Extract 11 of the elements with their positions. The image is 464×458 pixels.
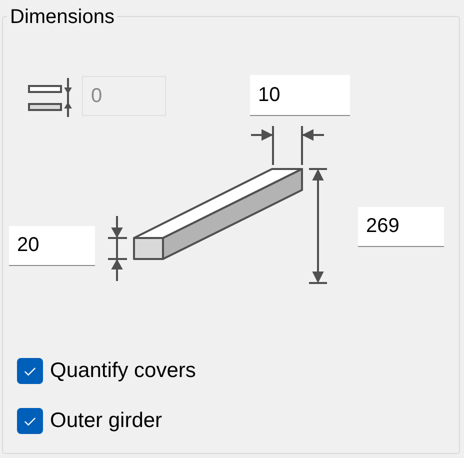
checkbox[interactable]	[17, 408, 43, 434]
dimension-line	[108, 216, 127, 281]
check-icon	[24, 416, 36, 426]
check-icon	[24, 366, 36, 376]
input-field[interactable]: 20	[9, 226, 95, 266]
checkbox-label: Outer girder	[50, 408, 162, 434]
input-field[interactable]: 269	[358, 207, 444, 247]
checkbox-label: Quantify covers	[50, 358, 196, 384]
gap-icon	[28, 78, 72, 117]
input-field[interactable]: 10	[250, 75, 350, 116]
checkbox[interactable]	[17, 358, 43, 384]
